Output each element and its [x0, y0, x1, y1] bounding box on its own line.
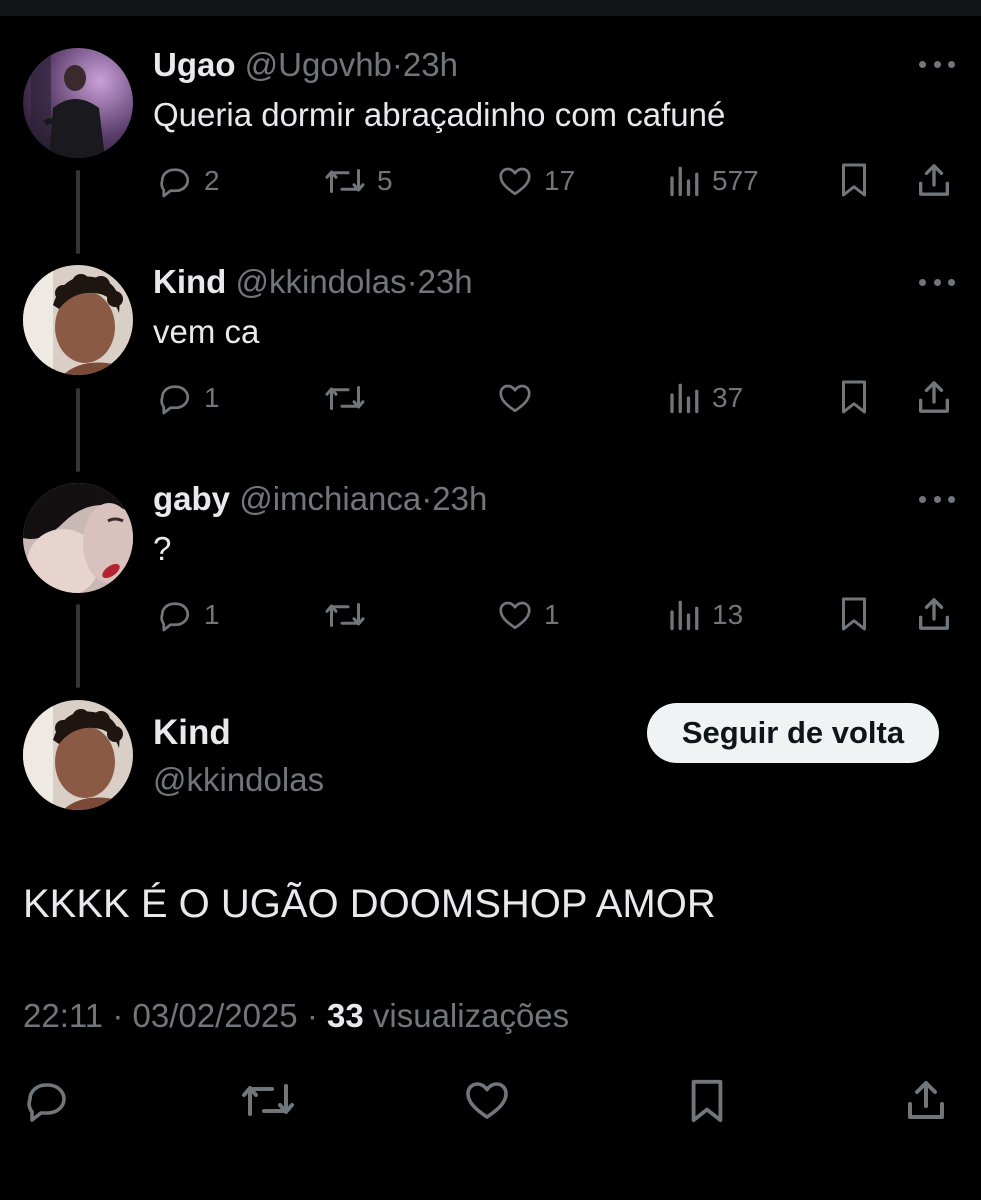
bookmark-button[interactable]: [684, 1076, 730, 1126]
views-count: 37: [712, 382, 744, 413]
views-icon: [670, 600, 699, 631]
follow-back-button[interactable]: Seguir de volta: [647, 703, 939, 763]
reply-icon: [160, 602, 190, 632]
heart-icon: [499, 384, 531, 413]
repost-icon: [242, 1084, 294, 1116]
post-time[interactable]: 22:11: [23, 997, 103, 1034]
repost-icon: [325, 169, 365, 193]
share-icon: [919, 164, 949, 196]
reply-count: 2: [204, 165, 220, 196]
repost-button[interactable]: [240, 1076, 296, 1124]
status-bar: [0, 0, 981, 16]
user-handle[interactable]: @Ugovhb: [245, 46, 392, 83]
views-count[interactable]: 33: [327, 997, 364, 1034]
like-count: 1: [544, 599, 560, 630]
display-name[interactable]: gaby: [153, 480, 230, 517]
tweet-header: gaby @imchianca·23h: [153, 479, 487, 519]
reply-button[interactable]: [23, 1076, 71, 1124]
share-button[interactable]: [914, 377, 954, 417]
post-text: KKKK É O UGÃO DOOMSHOP AMOR: [23, 882, 716, 926]
views-button[interactable]: 37: [666, 380, 743, 416]
share-icon: [908, 1081, 944, 1119]
share-button[interactable]: [902, 1076, 950, 1124]
views-count: 577: [712, 165, 759, 196]
tweet-time[interactable]: 23h: [432, 480, 487, 517]
bookmark-button[interactable]: [836, 377, 872, 417]
repost-button[interactable]: [323, 597, 377, 633]
more-icon[interactable]: [919, 493, 955, 505]
display-name[interactable]: Kind: [153, 713, 231, 753]
reply-count: 1: [204, 382, 220, 413]
heart-icon: [499, 167, 531, 196]
thread-connector: [76, 170, 80, 254]
bookmark-button[interactable]: [836, 594, 872, 634]
share-button[interactable]: [914, 160, 954, 200]
tweet-time[interactable]: 23h: [418, 263, 473, 300]
share-button[interactable]: [914, 594, 954, 634]
tweet-header: Kind @kkindolas·23h: [153, 262, 473, 302]
separator-dot: ·: [421, 480, 433, 517]
more-icon[interactable]: [919, 276, 955, 288]
reply-icon: [160, 385, 190, 415]
repost-button[interactable]: 5: [323, 163, 393, 199]
bookmark-icon: [842, 380, 866, 414]
display-name[interactable]: Kind: [153, 263, 226, 300]
separator-dot: ·: [406, 263, 418, 300]
thread-connector: [76, 388, 80, 472]
repost-icon: [325, 386, 365, 410]
bookmark-button[interactable]: [836, 160, 872, 200]
share-icon: [919, 381, 949, 413]
like-button[interactable]: 1: [496, 597, 560, 633]
separator-dot: ·: [391, 46, 403, 83]
reply-icon: [27, 1083, 66, 1122]
thread-connector: [76, 604, 80, 688]
repost-count: 5: [377, 165, 393, 196]
like-count: 17: [544, 165, 576, 196]
views-count: 13: [712, 599, 744, 630]
post-date[interactable]: 03/02/2025: [132, 997, 297, 1034]
share-icon: [919, 598, 949, 630]
views-icon: [670, 166, 699, 197]
tweet-time[interactable]: 23h: [403, 46, 458, 83]
reply-icon: [160, 168, 190, 198]
separator-dot: ·: [306, 997, 318, 1034]
reply-button[interactable]: 2: [156, 163, 220, 199]
heart-icon: [466, 1082, 508, 1119]
views-icon: [670, 383, 699, 414]
user-handle[interactable]: @kkindolas: [236, 263, 407, 300]
like-button[interactable]: 17: [496, 163, 575, 199]
avatar[interactable]: [23, 48, 133, 158]
views-button[interactable]: 13: [666, 597, 743, 633]
like-button[interactable]: [496, 380, 544, 416]
like-button[interactable]: [463, 1076, 511, 1124]
user-handle[interactable]: @kkindolas: [153, 760, 324, 800]
display-name[interactable]: Ugao: [153, 46, 236, 83]
tweet-text: vem ca: [153, 313, 260, 350]
tweet-text: ?: [153, 530, 172, 567]
reply-button[interactable]: 1: [156, 380, 220, 416]
user-handle[interactable]: @imchianca: [239, 480, 421, 517]
bookmark-icon: [691, 1079, 723, 1123]
tweet-text: Queria dormir abraçadinho com cafuné: [153, 96, 726, 133]
avatar[interactable]: [23, 700, 133, 810]
views-label: visualizações: [372, 997, 570, 1034]
repost-icon: [325, 603, 365, 627]
bookmark-icon: [842, 163, 866, 197]
separator-dot: ·: [112, 997, 124, 1034]
repost-button[interactable]: [323, 380, 377, 416]
post-metadata: 22:11 · 03/02/2025 · 33 visualizações: [23, 996, 569, 1036]
heart-icon: [499, 601, 531, 630]
bookmark-icon: [842, 597, 866, 631]
avatar[interactable]: [23, 483, 133, 593]
tweet-header: Ugao @Ugovhb·23h: [153, 45, 458, 85]
reply-button[interactable]: 1: [156, 597, 220, 633]
avatar[interactable]: [23, 265, 133, 375]
reply-count: 1: [204, 599, 220, 630]
more-icon[interactable]: [919, 58, 955, 70]
views-button[interactable]: 577: [666, 163, 759, 199]
